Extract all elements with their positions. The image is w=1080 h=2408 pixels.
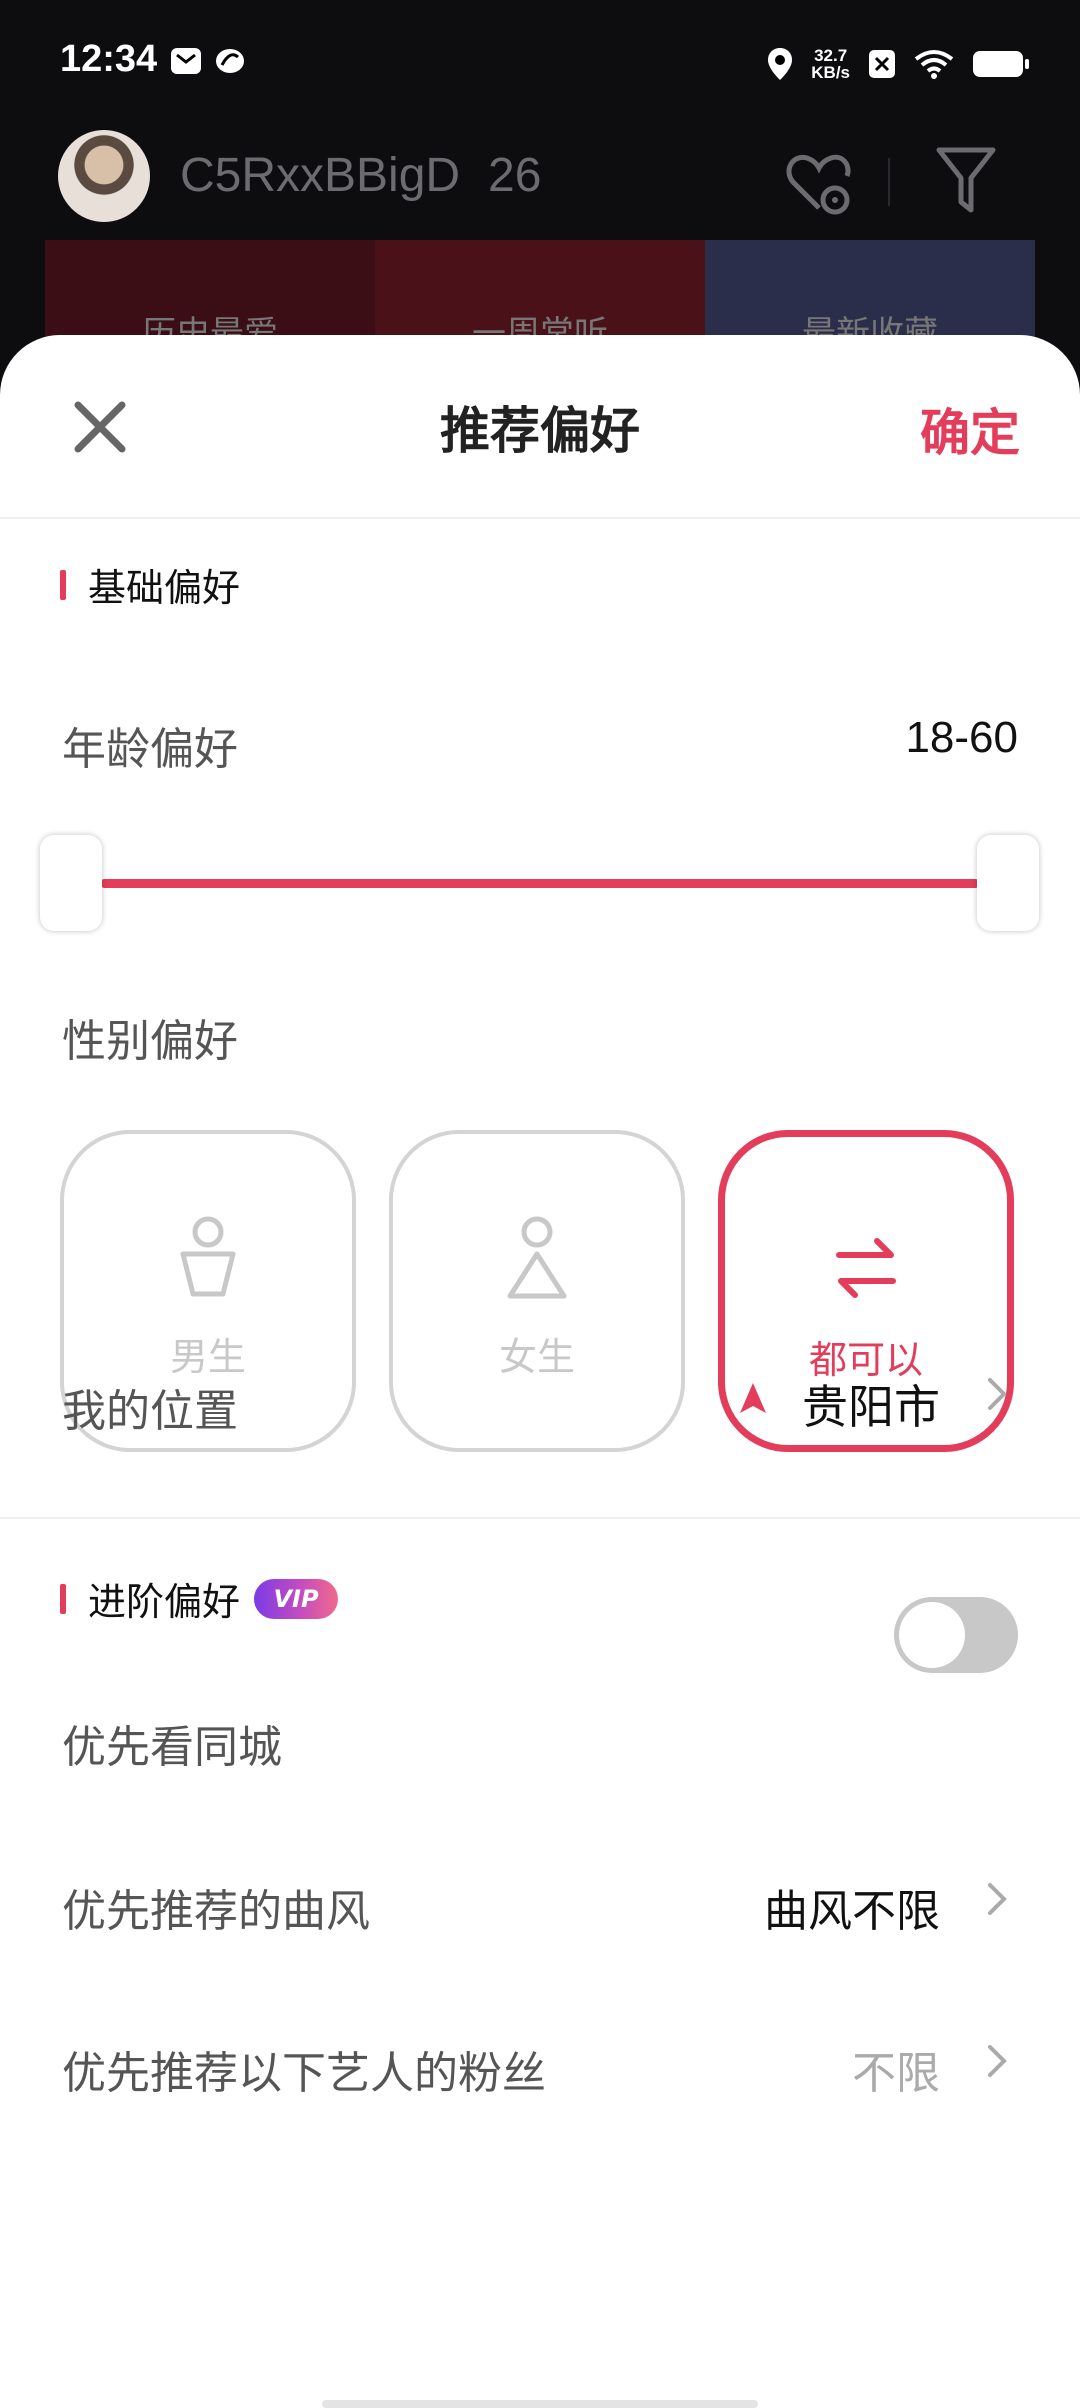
female-icon [507,1216,567,1299]
age-range-value: 18-60 [905,713,1018,762]
toggle-knob [899,1602,965,1668]
background-playlist-cards: 历史最爱 一周常听 最新收藏 [45,240,1035,340]
genre-preference-label: 优先推荐的曲风 [62,1886,370,1937]
age-preference-label: 年龄偏好 [62,724,238,775]
playlist-card[interactable]: 一周常听 [375,240,705,340]
section-title-basic: 基础偏好 [60,557,240,612]
section-divider [0,1517,1080,1519]
heart-settings-icon[interactable] [785,148,855,218]
sheet-header: 推荐偏好 确定 [0,335,1080,519]
confirm-button[interactable]: 确定 [920,393,1020,465]
swap-arrows-icon [836,1238,896,1298]
sim-disabled-icon [869,50,895,78]
filter-icon[interactable] [935,144,997,216]
avatar[interactable] [58,130,150,222]
battery-icon [973,51,1029,77]
age-slider-min-handle[interactable] [40,835,102,931]
background-profile-header: C5RxxBBigD 26 [0,120,1080,240]
age-slider-max-handle[interactable] [977,835,1039,931]
genre-preference-value[interactable]: 曲风不限 [764,1875,940,1939]
background-username: C5RxxBBigD [180,149,461,202]
header-divider [888,158,890,206]
section-accent-bar [60,569,66,600]
playlist-card[interactable]: 历史最爱 [45,240,375,340]
location-label: 我的位置 [62,1386,238,1437]
same-city-toggle[interactable] [894,1597,1018,1673]
gender-option-label: 男生 [169,1335,246,1379]
gender-option-label: 女生 [498,1335,575,1379]
location-arrow-icon [740,1383,766,1413]
sheet-title: 推荐偏好 [440,402,640,460]
background-age: 26 [488,149,542,202]
gender-preference-label: 性别偏好 [62,1016,238,1067]
location-value[interactable]: 贵阳市 [802,1371,940,1437]
section-title-advanced: 进阶偏好 VIP [60,1571,339,1626]
male-icon [180,1216,236,1297]
recommendation-preferences-sheet: 推荐偏好 确定 基础偏好 年龄偏好 18-60 性别偏好 男生 女生 都可以 我… [0,335,1080,2408]
network-speed: 32.7 KB/s [811,46,850,82]
status-time: 12:34 [60,38,158,80]
message-icon [171,48,201,74]
chevron-right-icon[interactable] [986,1376,1008,1412]
status-bar: 12:34 32.7 KB/s [0,0,1080,130]
artist-fans-label: 优先推荐以下艺人的粉丝 [62,2048,546,2099]
same-city-label: 优先看同城 [62,1722,282,1773]
chevron-right-icon[interactable] [986,2043,1008,2079]
age-slider-track[interactable] [100,879,980,888]
gender-option-female[interactable]: 女生 [389,1130,685,1452]
vip-badge: VIP [254,1578,339,1619]
home-indicator[interactable] [322,2400,758,2408]
wifi-icon [914,50,954,79]
location-icon [768,48,793,80]
artist-fans-value[interactable]: 不限 [852,2037,940,2101]
chevron-right-icon[interactable] [986,1881,1008,1917]
playlist-card[interactable]: 最新收藏 [705,240,1035,340]
app-notification-icon [216,49,244,73]
section-accent-bar [60,1583,66,1614]
